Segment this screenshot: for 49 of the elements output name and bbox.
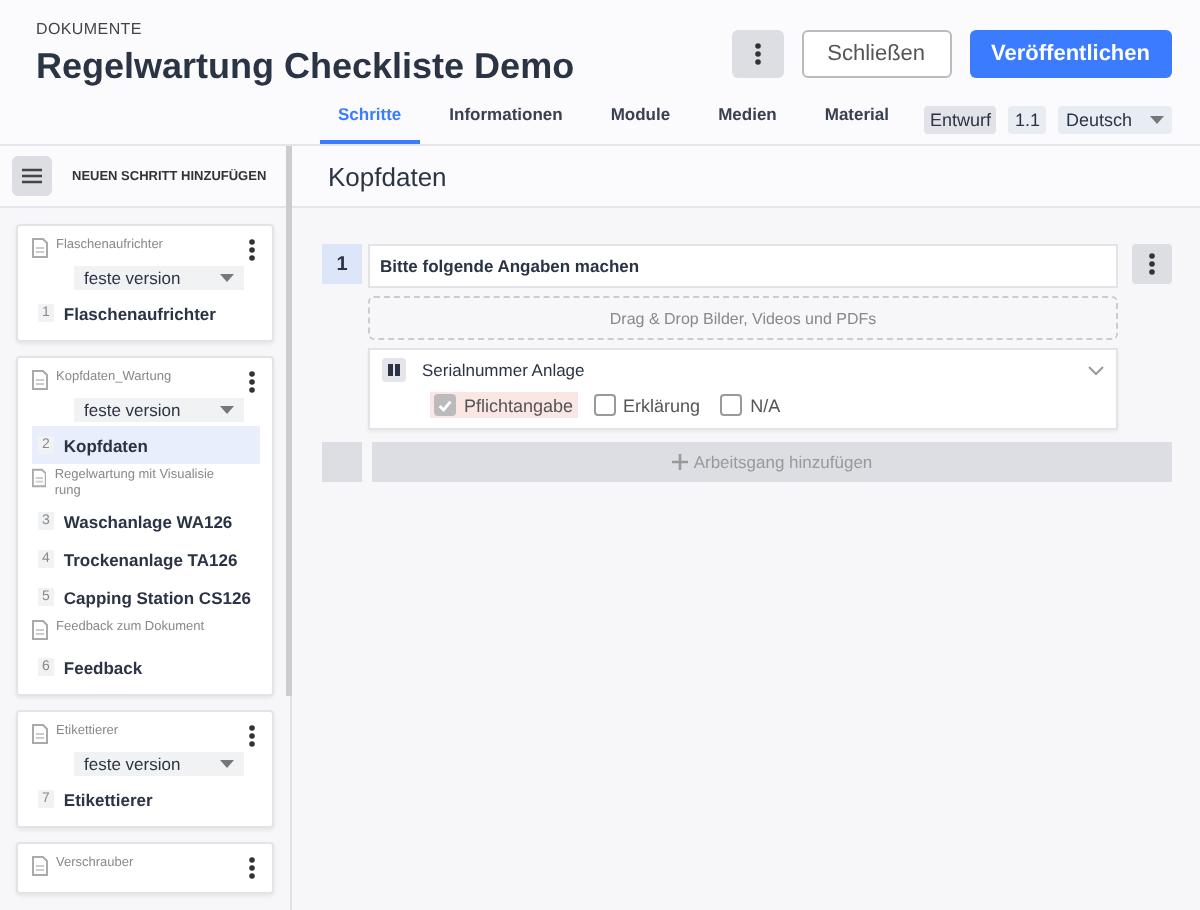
caret-icon — [220, 274, 234, 282]
operation-more-button[interactable] — [1132, 244, 1172, 284]
document-title: Regelwartung Checkliste Demo — [36, 46, 575, 88]
document-icon — [32, 620, 48, 640]
caret-icon — [220, 760, 234, 768]
chevron-icon[interactable] — [1088, 365, 1104, 375]
more-icon — [753, 42, 762, 66]
version-select[interactable]: feste version — [74, 266, 244, 290]
tab[interactable]: Module — [592, 96, 689, 144]
more-icon — [248, 370, 256, 394]
option-checkbox[interactable]: Erklärung — [589, 392, 705, 418]
checkbox[interactable] — [720, 394, 743, 416]
tab[interactable]: Informationen — [431, 96, 581, 144]
columns-icon — [382, 358, 406, 382]
document-icon — [32, 238, 48, 258]
tab[interactable]: Medien — [700, 96, 795, 144]
tab[interactable]: Material — [806, 96, 907, 144]
menu-button[interactable] — [12, 156, 52, 196]
more-icon — [248, 238, 256, 262]
step-title: Kopfdaten — [292, 146, 1200, 208]
operation-title-field[interactable]: Bitte folgende Angaben machen — [368, 244, 1118, 288]
document-icon — [32, 724, 48, 744]
plus-icon — [671, 454, 688, 470]
operation-number-placeholder — [322, 442, 362, 482]
scrollbar[interactable] — [286, 146, 292, 696]
option-checkbox[interactable]: N/A — [716, 392, 785, 418]
language-select[interactable]: Deutsch — [1057, 106, 1172, 134]
status-badge: Entwurf — [923, 106, 997, 134]
publish-button[interactable]: Veröffentlichen — [969, 30, 1172, 78]
document-icon — [32, 370, 48, 390]
breadcrumb: DOKUMENTE — [36, 20, 144, 38]
more-button[interactable] — [731, 30, 784, 78]
more-icon — [248, 856, 256, 880]
checkbox[interactable] — [593, 394, 616, 416]
version-select[interactable]: feste version — [74, 398, 244, 422]
more-icon — [1148, 252, 1156, 276]
more-icon — [248, 724, 256, 748]
document-icon — [32, 468, 47, 488]
document-icon — [32, 856, 48, 876]
operation-number: 1 — [322, 244, 362, 284]
caret-icon — [220, 406, 234, 414]
checkbox[interactable] — [434, 394, 456, 416]
version-badge: 1.1 — [1008, 106, 1046, 134]
option-checkbox[interactable]: Pflichtangabe — [430, 392, 578, 418]
caret-icon — [1150, 116, 1164, 124]
close-button[interactable]: Schließen — [801, 30, 952, 78]
version-select[interactable]: feste version — [74, 752, 244, 776]
menu-icon — [22, 168, 42, 184]
field-label: Serialnummer Anlage — [422, 360, 587, 380]
